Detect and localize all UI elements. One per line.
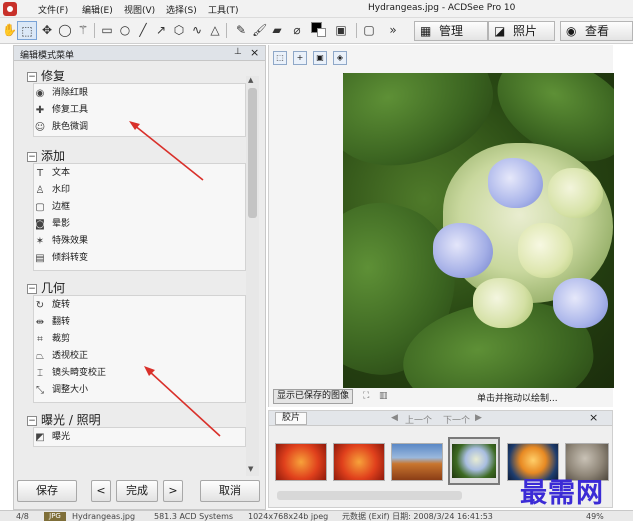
- annotation-arrow-2: [148, 370, 221, 437]
- site-watermark: 最需网: [520, 478, 604, 509]
- annotation-arrows: [129, 121, 221, 437]
- annotation-arrow-1: [133, 124, 204, 181]
